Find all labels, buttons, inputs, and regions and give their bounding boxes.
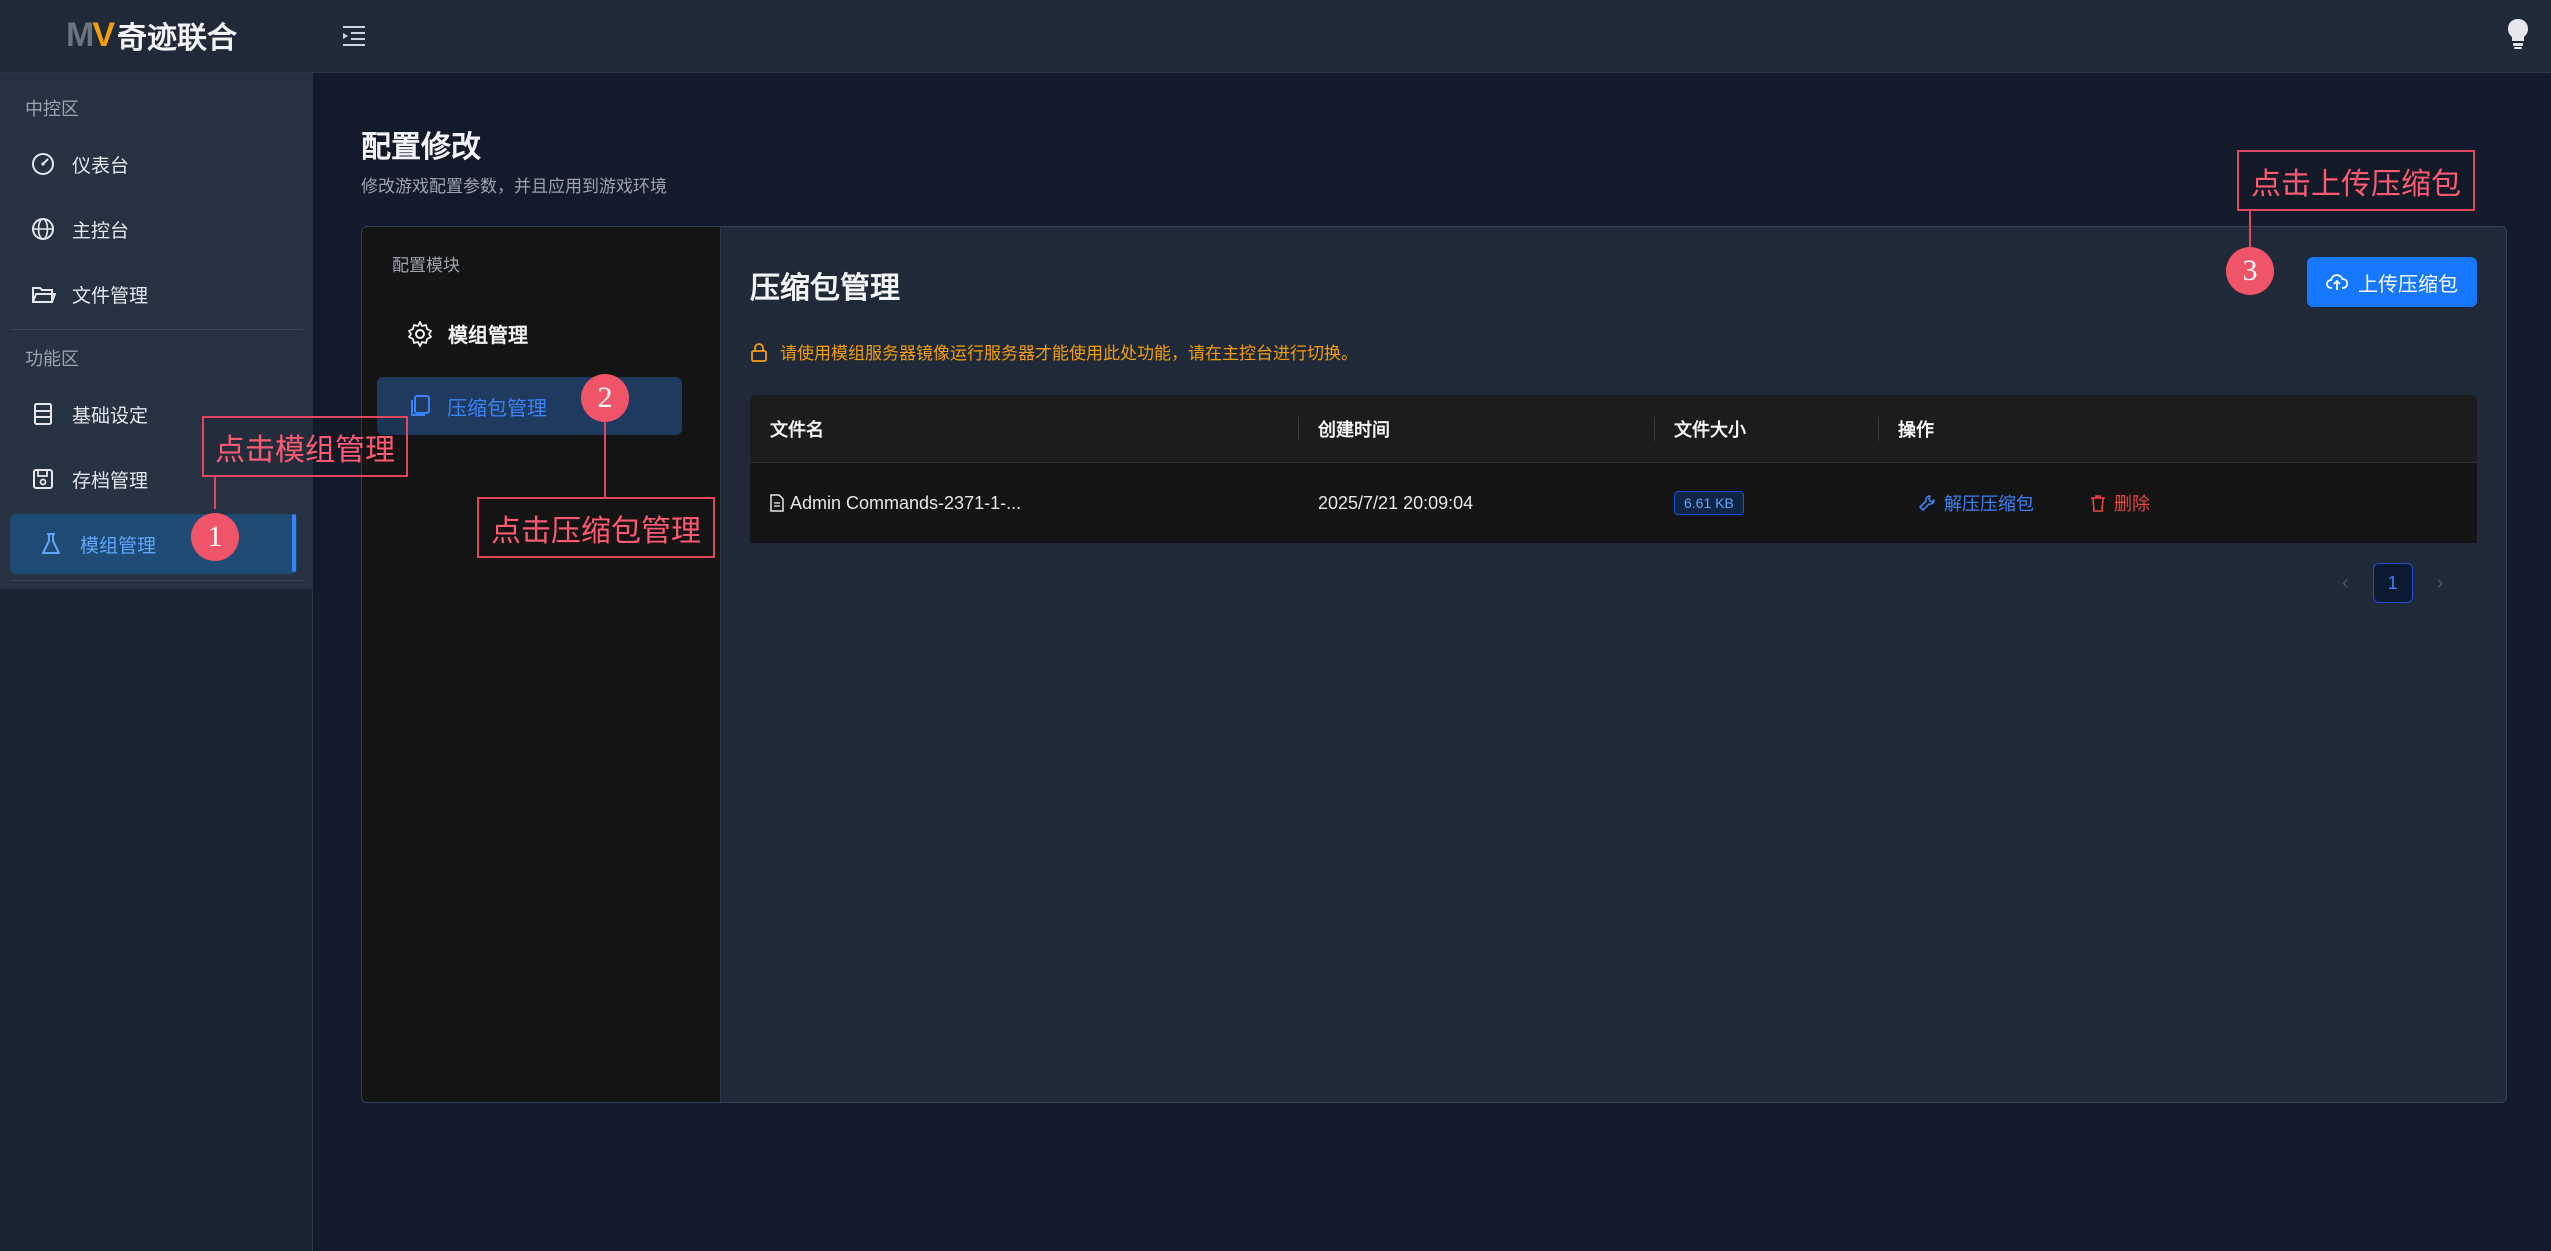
upload-zip-button[interactable]: 上传压缩包 xyxy=(2307,257,2477,307)
sidebar-item-label: 模组管理 xyxy=(80,535,157,557)
prev-page-icon[interactable]: ‹ xyxy=(2342,572,2349,595)
config-item-zip[interactable]: 压缩包管理 xyxy=(377,377,682,435)
cell-size: 6.61 KB xyxy=(1674,463,1744,543)
copy-icon xyxy=(411,395,430,416)
annotation-2-line xyxy=(604,422,606,498)
gear-icon xyxy=(408,320,432,347)
table-row: Admin Commands-2371-1-... 2025/7/21 20:0… xyxy=(750,463,2477,543)
server-icon xyxy=(34,403,52,425)
annotation-3-badge: 3 xyxy=(2226,247,2274,295)
page-subtitle: 修改游戏配置参数，并且应用到游戏环境 xyxy=(361,177,667,196)
annotation-1-line xyxy=(214,477,216,509)
sidebar-group-control: 中控区 xyxy=(25,99,79,119)
sidebar-item-dashboard[interactable]: 仪表台 xyxy=(30,139,129,189)
app-logo[interactable]: MV 奇迹联合 xyxy=(66,10,237,60)
cell-actions: 解压压缩包 删除 xyxy=(1918,463,2150,543)
sidebar-item-label: 存档管理 xyxy=(72,470,149,492)
lock-icon xyxy=(751,342,767,362)
logo-mark: MV xyxy=(66,15,115,54)
sidebar-item-label: 文件管理 xyxy=(72,285,149,307)
page-title: 配置修改 xyxy=(361,131,481,164)
annotation-3-line xyxy=(2249,211,2251,247)
annotation-2-badge: 2 xyxy=(581,374,629,422)
delete-label: 删除 xyxy=(2114,494,2150,514)
cell-created: 2025/7/21 20:09:04 xyxy=(1318,492,1474,513)
size-badge: 6.61 KB xyxy=(1674,491,1744,515)
tool-icon xyxy=(1919,495,1935,511)
sidebar-divider xyxy=(10,329,303,330)
folder-icon xyxy=(32,287,56,303)
sidebar-item-basic-settings[interactable]: 基础设定 xyxy=(30,389,148,439)
sidebar-divider xyxy=(10,580,303,581)
lightbulb-icon[interactable] xyxy=(2506,18,2536,54)
sidebar-item-label: 仪表台 xyxy=(72,155,130,177)
page-number[interactable]: 1 xyxy=(2372,563,2413,603)
next-page-icon[interactable]: › xyxy=(2437,572,2444,595)
extract-label: 解压压缩包 xyxy=(1944,494,2034,514)
column-divider xyxy=(1878,417,1879,441)
sidebar-item-label: 基础设定 xyxy=(72,405,149,427)
trash-icon xyxy=(2091,495,2105,512)
globe-icon xyxy=(32,218,54,240)
annotation-1-label: 点击模组管理 xyxy=(202,416,408,477)
annotation-1-badge: 1 xyxy=(191,513,239,561)
sidebar-item-console[interactable]: 主控台 xyxy=(30,204,129,254)
sidebar: 中控区 仪表台 主控台 文件管理 功能区 基础设定 存档管理 模组管理 xyxy=(0,73,313,1251)
column-header: 文件大小 xyxy=(1674,420,1746,440)
section-title: 压缩包管理 xyxy=(750,272,900,305)
config-item-label: 压缩包管理 xyxy=(447,397,547,420)
delete-button[interactable]: 删除 xyxy=(2090,490,2150,516)
save-icon xyxy=(33,469,53,489)
annotation-3-label: 点击上传压缩包 xyxy=(2237,150,2475,211)
config-item-mods[interactable]: 模组管理 xyxy=(406,319,528,348)
upload-zip-label: 上传压缩包 xyxy=(2358,273,2458,296)
sidebar-item-label: 主控台 xyxy=(72,220,130,242)
file-icon xyxy=(770,494,784,512)
column-divider xyxy=(1654,417,1655,441)
column-header: 操作 xyxy=(1898,420,1934,440)
dashboard-icon xyxy=(32,153,54,175)
config-module-title: 配置模块 xyxy=(392,256,460,275)
column-header: 创建时间 xyxy=(1318,420,1390,440)
flask-icon xyxy=(42,533,60,554)
column-divider xyxy=(1298,417,1299,441)
sidebar-item-files[interactable]: 文件管理 xyxy=(30,269,148,319)
active-indicator xyxy=(292,514,296,572)
zip-table: 文件名 创建时间 文件大小 操作 Admin Commands-2371-1-.… xyxy=(750,395,2477,545)
extract-zip-button[interactable]: 解压压缩包 xyxy=(1918,490,2034,516)
config-module-panel: 配置模块 模组管理 压缩包管理 xyxy=(362,227,721,1102)
column-header: 文件名 xyxy=(770,420,824,440)
cloud-upload-icon xyxy=(2326,274,2348,290)
menu-fold-icon[interactable] xyxy=(338,20,370,52)
sidebar-group-features: 功能区 xyxy=(25,349,79,369)
config-item-label: 模组管理 xyxy=(448,325,528,347)
file-name: Admin Commands-2371-1-... xyxy=(790,492,1022,513)
config-card: 配置模块 模组管理 压缩包管理 压缩包管理 上传压缩包 请使用模组服务器镜像运行… xyxy=(361,226,2507,1103)
table-header: 文件名 创建时间 文件大小 操作 xyxy=(750,395,2477,463)
annotation-2-label: 点击压缩包管理 xyxy=(477,497,715,558)
pagination: ‹ 1 › xyxy=(2342,563,2443,603)
logo-text: 奇迹联合 xyxy=(117,22,238,55)
warning-alert: 请使用模组服务器镜像运行服务器才能使用此处功能，请在主控台进行切换。 xyxy=(750,339,1358,364)
sidebar-item-mods[interactable]: 模组管理 xyxy=(10,514,297,574)
top-bar: MV 奇迹联合 xyxy=(0,0,2551,73)
cell-filename: Admin Commands-2371-1-... xyxy=(770,463,1021,543)
warning-text: 请使用模组服务器镜像运行服务器才能使用此处功能，请在主控台进行切换。 xyxy=(780,344,1358,363)
sidebar-item-saves[interactable]: 存档管理 xyxy=(30,454,148,504)
